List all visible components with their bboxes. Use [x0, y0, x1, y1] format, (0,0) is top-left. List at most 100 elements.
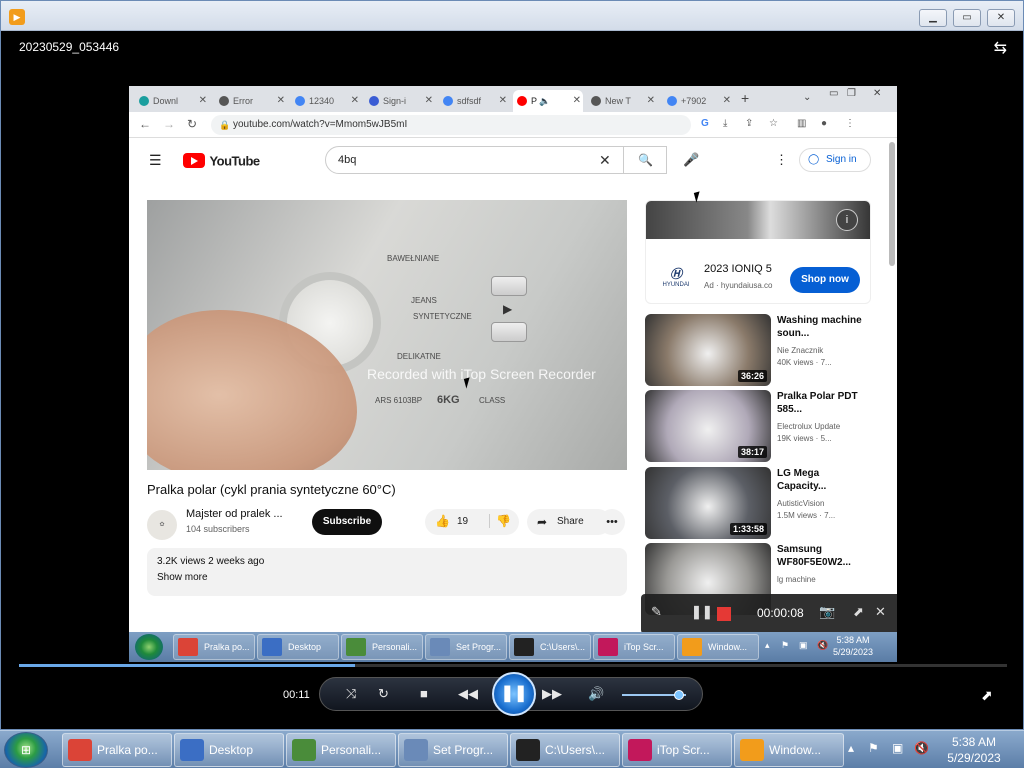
show-more-link[interactable]: Show more — [157, 572, 208, 583]
tray-volume-icon[interactable]: 🔇 — [817, 640, 828, 651]
search-button[interactable]: 🔍 — [623, 146, 667, 174]
search-input[interactable]: 4bq — [325, 146, 667, 174]
pen-annotate-icon[interactable]: ✎ — [651, 604, 662, 620]
youtube-logo[interactable]: YouTube — [183, 152, 260, 169]
recorded-taskbar-item[interactable]: iTop Scr... — [593, 634, 675, 660]
install-app-icon[interactable]: ⤓ — [723, 118, 727, 129]
hamburger-menu-icon[interactable]: ☰ — [149, 152, 162, 169]
recorded-taskbar-item[interactable]: Pralka po... — [173, 634, 255, 660]
tab-close-icon[interactable]: ✕ — [425, 90, 433, 112]
tab-close-icon[interactable]: ✕ — [277, 90, 285, 112]
channel-name[interactable]: Majster od pralek ... — [186, 508, 283, 520]
recorded-taskbar-item[interactable]: Desktop — [257, 634, 339, 660]
tab-audio-icon[interactable]: 🔈 — [539, 96, 550, 106]
volume-slider[interactable] — [622, 690, 686, 700]
tray-network-icon[interactable]: ▣ — [799, 640, 808, 651]
start-button[interactable]: ⊞ — [4, 732, 48, 768]
recorder-close-icon[interactable]: ✕ — [875, 604, 886, 620]
recorder-pause-icon[interactable]: ❚❚ — [691, 604, 713, 620]
pause-button[interactable]: ❚❚ — [492, 672, 536, 716]
stop-icon[interactable]: ■ — [420, 686, 428, 701]
recommended-video[interactable]: 36:26 Washing machine soun... Nie Znaczn… — [645, 314, 875, 386]
shop-now-button[interactable]: Shop now — [790, 267, 860, 293]
recorder-stop-icon[interactable] — [717, 607, 731, 621]
browser-menu-icon[interactable]: ⋮ — [845, 118, 855, 129]
new-tab-button[interactable]: + — [741, 90, 749, 106]
browser-tab[interactable]: 12340 ✕ — [291, 90, 361, 112]
inner-close-button[interactable]: ✕ — [873, 88, 881, 99]
settings-more-icon[interactable]: ⋮ — [775, 152, 788, 168]
tray-volume-icon[interactable]: 🔇 — [914, 741, 929, 755]
video-player[interactable]: BAWEŁNIANE JEANS SYNTETYCZNE DELIKATNE A… — [147, 200, 627, 470]
ad-info-icon[interactable]: i — [836, 209, 858, 231]
shuffle-icon[interactable]: ⤨ — [346, 686, 356, 702]
page-scrollbar[interactable] — [889, 142, 895, 266]
share-page-icon[interactable]: ⇪ — [745, 118, 753, 129]
tab-close-icon[interactable]: ✕ — [499, 90, 507, 112]
tray-chevron-icon[interactable]: ▴ — [848, 741, 854, 755]
tab-search-chevron-icon[interactable]: ⌄ — [803, 92, 811, 103]
seek-bar[interactable] — [19, 664, 1007, 667]
close-button[interactable]: ✕ — [987, 9, 1015, 27]
taskbar-item[interactable]: Set Progr... — [398, 733, 508, 767]
browser-tab[interactable]: sdfsdf ✕ — [439, 90, 509, 112]
recorder-edit-icon[interactable]: ⬈ — [853, 604, 864, 620]
forward-button[interactable]: → — [163, 117, 175, 131]
volume-thumb[interactable] — [674, 690, 685, 700]
tab-close-icon[interactable]: ✕ — [351, 90, 359, 112]
tab-close-icon[interactable]: ✕ — [647, 90, 655, 112]
tray-network-icon[interactable]: ▣ — [892, 741, 903, 755]
recommended-video[interactable]: 1:33:58 LG Mega Capacity... AutisticVisi… — [645, 467, 875, 539]
recommended-video[interactable]: 38:17 Pralka Polar PDT 585... Electrolux… — [645, 390, 875, 462]
maximize-button[interactable]: ▭ — [953, 9, 981, 27]
dislike-icon[interactable]: 👎 — [489, 514, 511, 528]
taskbar-item[interactable]: C:\Users\... — [510, 733, 620, 767]
taskbar-item[interactable]: iTop Scr... — [622, 733, 732, 767]
google-translate-icon[interactable]: G — [701, 118, 709, 129]
browser-tab[interactable]: Error ✕ — [215, 90, 287, 112]
recorded-clock[interactable]: 5:38 AM 5/29/2023 — [833, 634, 873, 658]
back-button[interactable]: ← — [139, 117, 151, 131]
profile-icon[interactable]: ● — [821, 118, 827, 129]
repeat-icon[interactable]: ↻ — [378, 686, 389, 702]
description-box[interactable]: 3.2K views 2 weeks ago Show more — [147, 548, 627, 596]
recorded-taskbar-item[interactable]: Window... — [677, 634, 759, 660]
next-icon[interactable]: ▶▶ — [542, 686, 562, 702]
fullscreen-icon[interactable]: ⬈ — [981, 687, 993, 704]
browser-tab[interactable]: Downl ✕ — [135, 90, 209, 112]
tab-close-icon[interactable]: ✕ — [573, 90, 581, 112]
more-actions-button[interactable]: ••• — [599, 509, 625, 535]
tray-chevron-icon[interactable]: ▴ — [765, 640, 770, 651]
inner-minimize-button[interactable]: ▭ — [829, 88, 838, 99]
channel-avatar[interactable]: ✿ — [147, 510, 177, 540]
playlist-toggle-icon[interactable]: ⇆ — [994, 38, 1007, 58]
tab-close-icon[interactable]: ✕ — [723, 90, 731, 112]
subscribe-button[interactable]: Subscribe — [312, 509, 382, 535]
recorded-taskbar-item[interactable]: Personali... — [341, 634, 423, 660]
browser-tab-active[interactable]: P 🔈 ✕ — [513, 90, 583, 112]
taskbar-item-active[interactable]: Window... — [734, 733, 844, 767]
browser-tab[interactable]: +7902 ✕ — [663, 90, 733, 112]
tray-flag-icon[interactable]: ⚑ — [781, 640, 789, 651]
bookmark-star-icon[interactable]: ☆ — [769, 118, 778, 129]
taskbar-item[interactable]: Personali... — [286, 733, 396, 767]
screenshot-camera-icon[interactable]: 📷 — [819, 604, 835, 620]
browser-tab[interactable]: Sign-i ✕ — [365, 90, 435, 112]
taskbar-item[interactable]: Desktop — [174, 733, 284, 767]
ad-card[interactable]: i Ⓗ HYUNDAI 2023 IONIQ 5 Ad · hyundaiusa.… — [645, 200, 871, 304]
minimize-button[interactable]: ▁ — [919, 9, 947, 27]
voice-search-icon[interactable]: 🎤 — [683, 152, 699, 168]
sidepanel-icon[interactable]: ▥ — [797, 118, 806, 129]
system-clock[interactable]: 5:38 AM 5/29/2023 — [934, 734, 1014, 766]
inner-restore-button[interactable]: ❐ — [847, 88, 856, 99]
browser-tab[interactable]: New T ✕ — [587, 90, 657, 112]
clear-search-icon[interactable]: ✕ — [599, 152, 611, 169]
tab-close-icon[interactable]: ✕ — [199, 90, 207, 112]
like-icon[interactable]: 👍 — [435, 514, 450, 528]
recorded-start-button[interactable] — [135, 634, 163, 660]
previous-icon[interactable]: ◀◀ — [458, 686, 478, 702]
reload-button[interactable]: ↻ — [187, 117, 197, 131]
sign-in-button[interactable]: ◯ Sign in — [799, 148, 871, 172]
recorded-taskbar-item[interactable]: C:\Users\... — [509, 634, 591, 660]
address-bar[interactable]: 🔒 youtube.com/watch?v=Mmom5wJB5mI — [211, 115, 691, 135]
